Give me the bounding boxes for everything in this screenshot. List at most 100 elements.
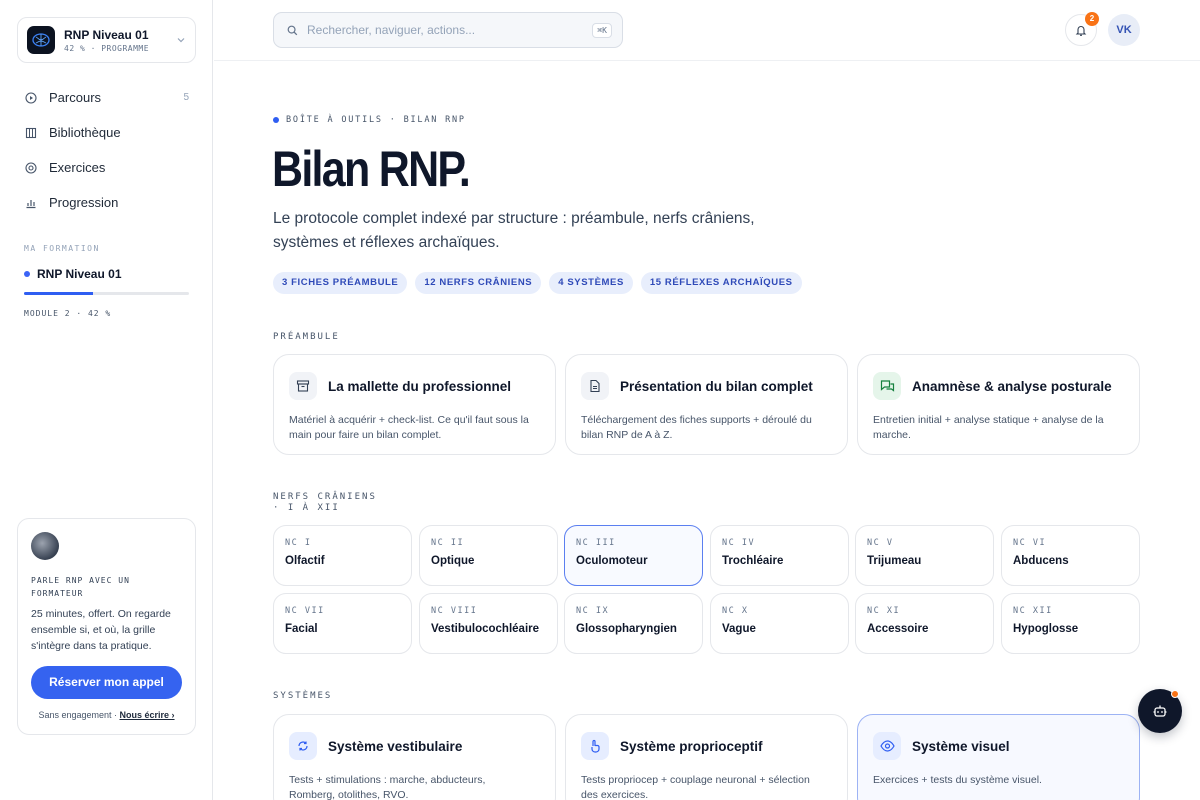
sidebar-item-label: Parcours (49, 90, 102, 105)
card-vestibulaire[interactable]: Système vestibulaire Tests + stimulation… (273, 714, 556, 800)
document-icon (581, 372, 609, 400)
nerve-name: Trijumeau (867, 555, 922, 567)
nerve-card-7[interactable]: NC VII Facial (273, 593, 412, 654)
card-description: Matériel à acquérir + check-list. Ce qu'… (289, 414, 529, 441)
module-label: MODULE 2 · 42 % (24, 309, 112, 318)
hand-icon (581, 732, 609, 760)
trainer-avatar (31, 532, 59, 560)
target-icon (25, 161, 37, 174)
search-placeholder: Rechercher, naviguer, actions... (307, 23, 476, 37)
card-title: Système proprioceptif (620, 738, 763, 754)
card-description: Entretien initial + analyse statique + a… (873, 414, 1104, 441)
eyebrow-text: BOÎTE À OUTILS · BILAN RNP (286, 115, 466, 125)
nerve-name: Oculomoteur (576, 555, 648, 567)
bell-icon (1075, 25, 1087, 36)
card-anamnese[interactable]: Anamnèse & analyse posturale Entretien i… (857, 354, 1140, 455)
card-visuel[interactable]: Système visuel Exercices + tests du syst… (857, 714, 1140, 800)
sidebar-item-progression[interactable]: Progression (17, 185, 197, 220)
formation-item[interactable]: RNP Niveau 01 (24, 267, 122, 281)
nerve-card-8[interactable]: NC VIII Vestibulocochléaire (419, 593, 558, 654)
card-description: Téléchargement des fiches supports + dér… (581, 414, 812, 441)
formation-progress-fill (24, 292, 94, 295)
section-label-nerfs: NERFS CRÂNIENS · I À XII (273, 492, 377, 514)
brain-logo-icon (27, 26, 55, 54)
card-mallette[interactable]: La mallette du professionnel Matériel à … (273, 354, 556, 455)
search-input[interactable]: Rechercher, naviguer, actions... ⌘K (273, 12, 623, 48)
notification-badge: 2 (1085, 12, 1099, 26)
contact-link[interactable]: Nous écrire › (120, 710, 175, 720)
sidebar-nav: Parcours 5 Bibliothèque Exercices Progre… (17, 80, 197, 220)
user-avatar[interactable]: VK (1108, 14, 1140, 46)
org-switcher[interactable]: RNP Niveau 01 42 % · PROGRAMME (17, 17, 196, 63)
section-label-preambule: PRÉAMBULE (273, 332, 340, 342)
sidebar-item-count: 5 (183, 92, 189, 103)
search-icon (287, 25, 298, 35)
call-card: PARLE RNP AVEC UN FORMATEUR 25 minutes, … (17, 518, 196, 735)
book-call-button[interactable]: Réserver mon appel (31, 666, 182, 699)
pill-nerfs: 12 NERFS CRÂNIENS (415, 272, 542, 294)
sidebar-item-exercices[interactable]: Exercices (17, 150, 197, 185)
formation-name: RNP Niveau 01 (37, 267, 122, 281)
topbar: Rechercher, naviguer, actions... ⌘K 2 VK (214, 0, 1200, 61)
nerve-name: Olfactif (285, 555, 325, 567)
card-proprioceptif[interactable]: Système proprioceptif Tests propriocep +… (565, 714, 848, 800)
pill-systemes: 4 SYSTÈMES (549, 272, 633, 294)
nerve-code: NC IX (576, 606, 610, 616)
section-label-line: NERFS CRÂNIENS (273, 492, 377, 502)
org-name: RNP Niveau 01 (64, 27, 149, 42)
sidebar-item-parcours[interactable]: Parcours 5 (17, 80, 197, 115)
nerve-card-3[interactable]: NC III Oculomoteur (564, 525, 703, 586)
nerve-name: Trochléaire (722, 555, 784, 567)
call-description: 25 minutes, offert. On regarde ensemble … (31, 608, 171, 652)
card-presentation[interactable]: Présentation du bilan complet Télécharge… (565, 354, 848, 455)
eyebrow: BOÎTE À OUTILS · BILAN RNP (273, 115, 466, 125)
org-sub: 42 % · PROGRAMME (64, 43, 150, 53)
nerve-code: NC VIII (431, 606, 478, 616)
shortcut-badge: ⌘K (592, 22, 612, 38)
nerve-code: NC III (576, 538, 616, 548)
nerve-code: NC XII (1013, 606, 1053, 616)
nerve-card-5[interactable]: NC V Trijumeau (855, 525, 994, 586)
nerve-card-2[interactable]: NC II Optique (419, 525, 558, 586)
nerve-name: Glossopharyngien (576, 623, 677, 635)
nerve-name: Accessoire (867, 623, 929, 635)
nerve-card-9[interactable]: NC IX Glossopharyngien (564, 593, 703, 654)
call-title: PARLE RNP AVEC UN FORMATEUR (31, 576, 130, 598)
nerve-name: Facial (285, 623, 318, 635)
nerve-card-4[interactable]: NC IV Trochléaire (710, 525, 849, 586)
briefcase-icon (289, 372, 317, 400)
card-description: Tests + stimulations : marche, abducteur… (289, 774, 486, 800)
assistant-notification-dot (1171, 690, 1179, 698)
nerve-card-10[interactable]: NC X Vague (710, 593, 849, 654)
card-title: Système visuel (912, 738, 1010, 754)
card-title: Présentation du bilan complet (620, 378, 813, 394)
nerve-name: Abducens (1013, 555, 1069, 567)
play-circle-icon (25, 91, 37, 104)
eyebrow-dot-icon (273, 117, 279, 123)
nerve-card-6[interactable]: NC VI Abducens (1001, 525, 1140, 586)
eye-icon (873, 732, 901, 760)
section-label-line: · I À XII (273, 503, 340, 513)
page-title: Bilan RNP. (272, 141, 471, 197)
nerve-name: Hypoglosse (1013, 623, 1079, 635)
nerve-card-11[interactable]: NC XI Accessoire (855, 593, 994, 654)
call-footer-text: Sans engagement · (38, 710, 117, 720)
formation-section-label: MA FORMATION (24, 244, 100, 253)
nerve-code: NC VI (1013, 538, 1047, 548)
card-title: Anamnèse & analyse posturale (912, 378, 1112, 394)
nerve-code: NC IV (722, 538, 756, 548)
page-description: Le protocole complet indexé par structur… (273, 210, 755, 251)
card-title: Système vestibulaire (328, 738, 463, 754)
nerve-code: NC X (722, 606, 749, 616)
sidebar-item-bibliotheque[interactable]: Bibliothèque (17, 115, 197, 150)
nerve-card-1[interactable]: NC I Olfactif (273, 525, 412, 586)
call-footer: Sans engagement · Nous écrire › (31, 710, 182, 720)
nerve-card-12[interactable]: NC XII Hypoglosse (1001, 593, 1140, 654)
sidebar-item-label: Exercices (49, 160, 106, 175)
nerve-code: NC II (431, 538, 465, 548)
nerve-code: NC VII (285, 606, 325, 616)
nerve-code: NC V (867, 538, 894, 548)
chat-icon (873, 372, 901, 400)
nerve-name: Vague (722, 623, 756, 635)
nerve-name: Vestibulocochléaire (431, 623, 540, 635)
